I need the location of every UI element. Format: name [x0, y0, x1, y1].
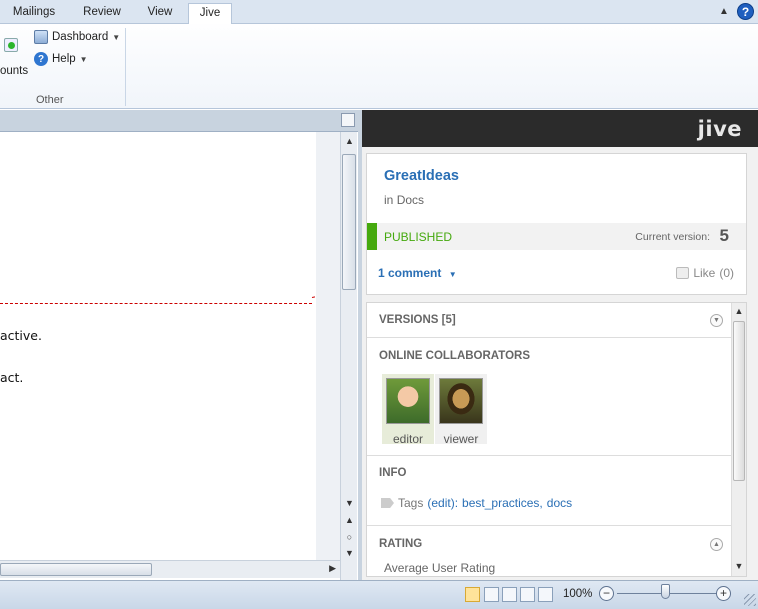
scroll-thumb[interactable]: [733, 321, 745, 481]
like-label: Like: [693, 266, 716, 280]
zoom-level[interactable]: 100%: [563, 588, 592, 600]
expand-icon[interactable]: ▼: [710, 314, 723, 327]
versions-heading[interactable]: VERSIONS [5]: [379, 314, 456, 326]
tag-link[interactable]: docs: [547, 496, 572, 510]
thumbs-up-icon: [676, 267, 690, 279]
like-count: (0): [719, 266, 734, 280]
document-location: in Docs: [384, 193, 424, 207]
tracked-change-line: [0, 303, 312, 304]
ribbon-controls: ▲ ?: [717, 3, 754, 20]
location-prefix: in: [384, 193, 394, 207]
comments-label: 1 comment: [378, 266, 442, 280]
document-text-line[interactable]: act.: [0, 370, 23, 385]
current-version-number: 5: [719, 226, 729, 245]
tag-link[interactable]: best_practices,: [462, 496, 543, 510]
document-details-panel: VERSIONS [5] ▼ ONLINE COLLABORATORS edit…: [366, 302, 747, 577]
document-text-line[interactable]: active.: [0, 328, 42, 343]
full-screen-reading-view-icon[interactable]: [484, 587, 499, 602]
resize-grip[interactable]: [744, 594, 756, 606]
scroll-thumb[interactable]: [342, 154, 356, 290]
next-page-icon[interactable]: ▼: [341, 548, 358, 558]
info-heading: INFO: [379, 467, 407, 479]
like-button[interactable]: Like (0): [676, 266, 734, 280]
horizontal-scroll-thumb[interactable]: [0, 563, 152, 576]
document-horizontal-scrollbar[interactable]: ▶: [0, 560, 340, 578]
document-card: GreatIdeas in Docs PUBLISHED Current ver…: [366, 153, 747, 295]
rating-heading[interactable]: RATING: [379, 538, 422, 550]
status-icon[interactable]: [4, 38, 18, 52]
chevron-down-icon: ▼: [448, 270, 457, 279]
ribbon-group-label: Other: [36, 94, 64, 106]
current-version-label: Current version:: [635, 231, 710, 243]
tag-icon: [381, 498, 394, 508]
status-bar: PUBLISHED Current version: 5: [367, 223, 746, 250]
versions-section[interactable]: VERSIONS [5] ▼: [367, 303, 731, 338]
tags-edit-link[interactable]: (edit):: [427, 496, 458, 510]
previous-page-icon[interactable]: ▲: [341, 515, 358, 525]
tab-jive[interactable]: Jive: [188, 3, 232, 25]
scroll-up-icon[interactable]: ▲: [341, 136, 358, 146]
dashboard-icon: [34, 30, 48, 44]
tab-mailings[interactable]: Mailings: [4, 3, 64, 24]
scroll-down-icon[interactable]: ▼: [732, 561, 746, 571]
accounts-button-label[interactable]: ounts: [0, 65, 28, 77]
jive-panel: jive GreatIdeas in Docs PUBLISHED Curren…: [362, 110, 758, 580]
ruler-toggle-icon[interactable]: [341, 113, 355, 127]
ribbon-tab-bar: Mailings Review View Jive ▲ ?: [0, 0, 758, 25]
status-bar-bottom: 100% − +: [0, 580, 758, 609]
help-label: Help: [52, 53, 76, 65]
minimize-ribbon-icon[interactable]: ▲: [717, 5, 731, 19]
browse-object-icon[interactable]: ○: [341, 532, 358, 542]
dashboard-button[interactable]: Dashboard ▼: [34, 28, 120, 46]
tab-view[interactable]: View: [140, 3, 180, 24]
document-page[interactable]: active. act.: [0, 132, 340, 560]
ribbon: ounts Dashboard ▼ ? Help ▼ Other: [0, 24, 758, 109]
dashboard-label: Dashboard: [52, 31, 109, 43]
jive-logo: jive: [697, 117, 742, 141]
document-title-link[interactable]: GreatIdeas: [384, 168, 459, 184]
scroll-up-icon[interactable]: ▲: [732, 306, 746, 316]
zoom-in-button[interactable]: +: [716, 586, 731, 601]
document-ruler-bar: [0, 110, 358, 132]
tab-review[interactable]: Review: [78, 3, 126, 24]
rating-subtitle: Average User Rating: [384, 561, 496, 575]
collaborators-section: ONLINE COLLABORATORS editor viewer: [367, 338, 731, 456]
ribbon-group-separator: [125, 28, 126, 106]
zoom-slider-thumb[interactable]: [661, 584, 670, 599]
chevron-down-icon: ▼: [112, 32, 121, 42]
collaborator-viewer[interactable]: viewer: [435, 374, 487, 446]
scroll-right-icon[interactable]: ▶: [329, 563, 336, 574]
status-badge: PUBLISHED: [384, 230, 453, 244]
web-layout-view-icon[interactable]: [502, 587, 517, 602]
collaborators-heading: ONLINE COLLABORATORS: [379, 350, 530, 362]
tags-line: Tags (edit): best_practices, docs: [381, 496, 572, 510]
info-section: INFO Tags (edit): best_practices, docs: [367, 456, 731, 526]
collaborator-editor[interactable]: editor: [382, 374, 434, 446]
help-icon[interactable]: ?: [737, 3, 754, 20]
print-layout-view-icon[interactable]: [465, 587, 480, 602]
help-button[interactable]: ? Help ▼: [34, 50, 88, 68]
chevron-down-icon: ▼: [79, 54, 88, 64]
collaborator-role: editor: [392, 432, 424, 446]
collaborator-role: viewer: [443, 432, 479, 446]
help-icon: ?: [34, 52, 48, 66]
outline-view-icon[interactable]: [520, 587, 535, 602]
scroll-down-icon[interactable]: ▼: [341, 498, 358, 508]
status-accent: [367, 223, 377, 250]
zoom-out-button[interactable]: −: [599, 586, 614, 601]
avatar: [439, 378, 483, 424]
document-area: active. act. ▲ ▼ ▲ ○ ▼ ▶: [0, 110, 358, 580]
rating-section: RATING ▲ Average User Rating: [367, 526, 731, 576]
collapse-icon[interactable]: ▲: [710, 538, 723, 551]
draft-view-icon[interactable]: [538, 587, 553, 602]
document-margin: [316, 132, 340, 560]
location-place[interactable]: Docs: [397, 193, 424, 207]
comments-link[interactable]: 1 comment ▼: [378, 266, 457, 280]
tags-label: Tags: [398, 496, 424, 510]
avatar: [386, 378, 430, 424]
panel-vertical-scrollbar[interactable]: ▲ ▼: [731, 303, 746, 576]
jive-header: jive: [362, 110, 758, 147]
document-vertical-scrollbar[interactable]: ▲ ▼ ▲ ○ ▼: [340, 132, 357, 580]
